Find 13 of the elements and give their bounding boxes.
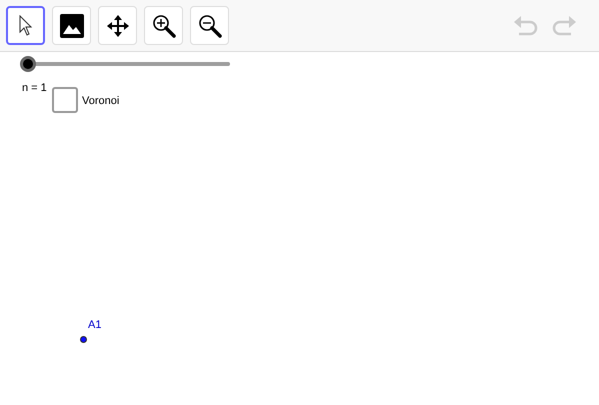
slider[interactable]: [20, 56, 232, 72]
redo-icon: [551, 14, 577, 36]
tool-button[interactable]: [6, 6, 45, 45]
pointer-icon: [18, 14, 32, 36]
slider-label: n = 1: [22, 81, 47, 96]
checkbox[interactable]: [52, 87, 78, 113]
point-label: A1: [88, 318, 102, 333]
undo-icon: [513, 14, 539, 36]
checkbox-label: Voronoi: [82, 94, 120, 109]
image-icon: [60, 14, 84, 38]
move-icon: [106, 14, 130, 38]
zoom-out-icon: [198, 14, 222, 38]
zoom-in-icon: [152, 14, 176, 38]
